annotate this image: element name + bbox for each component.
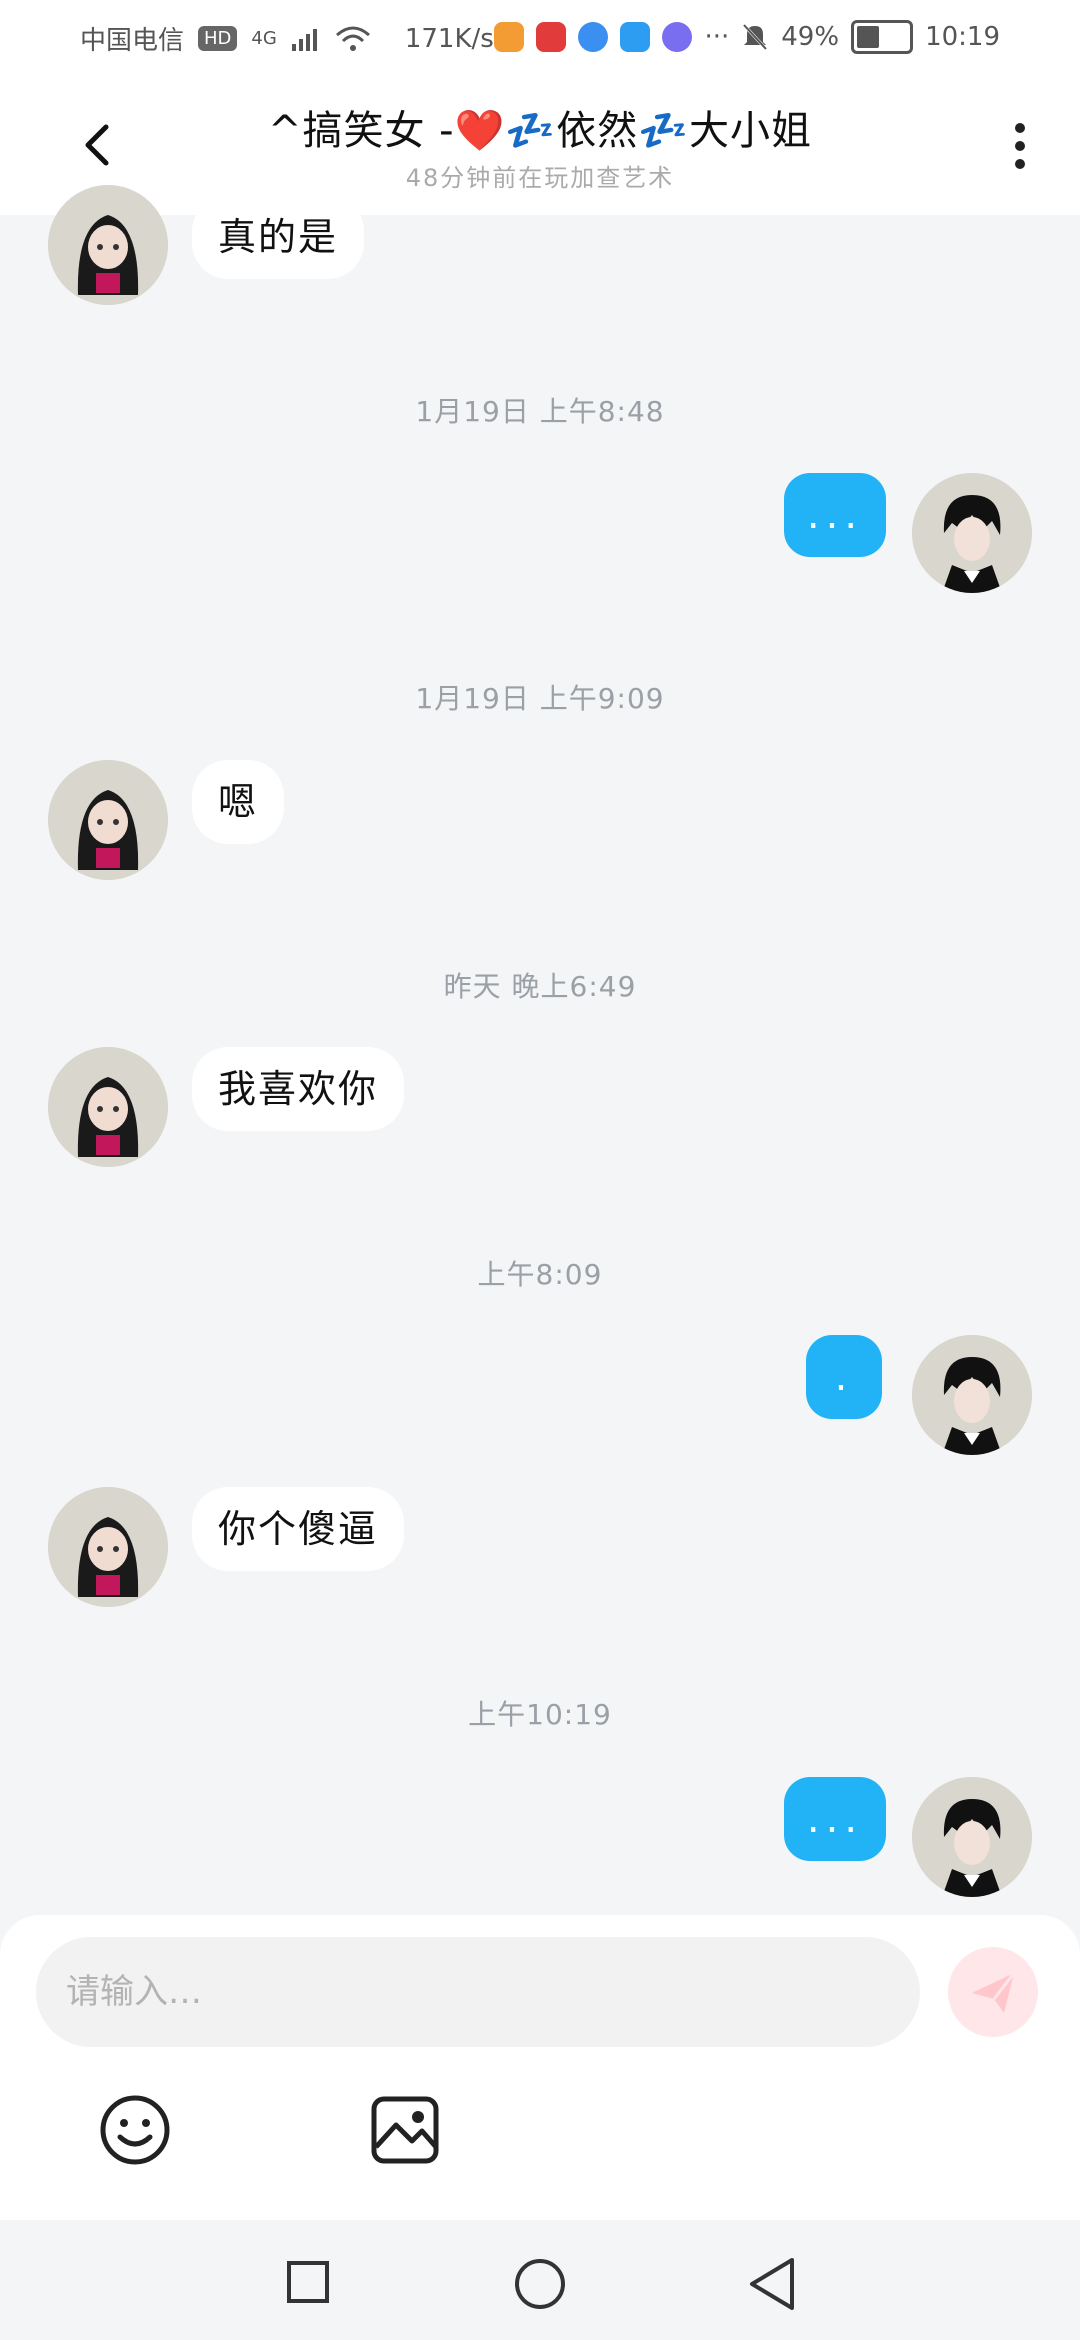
battery-icon <box>851 20 914 54</box>
message-bubble[interactable]: 我喜欢你 <box>192 1047 405 1131</box>
message-text: . <box>834 1354 854 1400</box>
avatar-girl[interactable] <box>48 1487 168 1607</box>
my-message-bubble[interactable]: . <box>806 1335 882 1419</box>
message-text: 我喜欢你 <box>218 1067 379 1111</box>
network-speed: 171K/s <box>404 23 494 54</box>
status-dots: ··· <box>704 22 730 52</box>
chat-title: ^搞笑女 -❤️💤依然💤大小姐 <box>267 108 813 154</box>
message-bubble[interactable]: 你个傻逼 <box>192 1487 405 1571</box>
chat-subtitle: 48分钟前在玩加查艺术 <box>405 164 675 192</box>
chat-list[interactable]: 真的是 1月19日 上午8:48 ... 1月19日 上午9:09 嗯 昨天 晚… <box>0 185 1080 1915</box>
composer: 请输入… <box>0 1915 1080 2220</box>
more-vertical-icon[interactable] <box>1000 115 1040 175</box>
app-icon-blue <box>578 22 609 52</box>
system-nav-bar <box>0 2220 1080 2340</box>
nav-back-icon[interactable] <box>746 2256 798 2312</box>
avatar-me[interactable] <box>912 1335 1032 1455</box>
mute-icon <box>743 23 768 51</box>
message-text: ... <box>806 492 864 538</box>
clock: 10:19 <box>925 22 1000 52</box>
back-arrow-icon[interactable] <box>70 115 130 175</box>
timestamp: 上午10:19 <box>468 1698 612 1731</box>
battery-fill <box>857 26 880 48</box>
message-bubble[interactable]: 真的是 <box>192 195 365 279</box>
avatar-me[interactable] <box>912 1777 1032 1897</box>
image-icon[interactable] <box>368 2093 442 2167</box>
network-label: 4G <box>251 28 277 49</box>
timestamp: 1月19日 上午8:48 <box>415 395 665 428</box>
battery-percent: 49% <box>781 22 840 52</box>
message-text: ... <box>806 1796 864 1842</box>
message-bubble[interactable]: 嗯 <box>192 760 285 844</box>
hd-badge: HD <box>198 26 238 51</box>
timestamp: 上午8:09 <box>477 1258 603 1291</box>
emoji-icon[interactable] <box>98 2093 172 2167</box>
message-input[interactable]: 请输入… <box>36 1937 920 2047</box>
message-text: 你个傻逼 <box>218 1507 379 1551</box>
message-text: 嗯 <box>218 780 259 824</box>
my-message-bubble[interactable]: ... <box>784 1777 886 1861</box>
app-icon-music <box>662 22 693 52</box>
send-button[interactable] <box>948 1947 1038 2037</box>
timestamp: 昨天 晚上6:49 <box>443 970 637 1003</box>
chat-header: ^搞笑女 -❤️💤依然💤大小姐 48分钟前在玩加查艺术 <box>0 80 1080 215</box>
status-left: 中国电信 HD 4G 171K/s <box>80 20 494 57</box>
nav-home-icon[interactable] <box>514 2258 566 2310</box>
wifi-icon <box>335 26 370 51</box>
input-placeholder: 请输入… <box>66 1972 202 2012</box>
carrier-label: 中国电信 <box>80 26 185 56</box>
message-text: 真的是 <box>218 215 339 259</box>
avatar-me[interactable] <box>912 473 1032 593</box>
status-right: ··· 49% 10:19 <box>494 20 1000 54</box>
timestamp: 1月19日 上午9:09 <box>415 682 665 715</box>
my-message-bubble[interactable]: ... <box>784 473 886 557</box>
app-icon-red <box>536 22 567 52</box>
avatar-girl[interactable] <box>48 185 168 305</box>
app-icon-video <box>494 22 525 52</box>
app-icon-search <box>620 22 651 52</box>
avatar-girl[interactable] <box>48 1047 168 1167</box>
send-icon <box>972 1972 1016 2013</box>
nav-recent-icon[interactable] <box>286 2260 330 2304</box>
signal-icon <box>291 28 317 51</box>
avatar-girl[interactable] <box>48 760 168 880</box>
status-bar: 中国电信 HD 4G 171K/s ··· 49% 10:19 <box>0 0 1080 80</box>
